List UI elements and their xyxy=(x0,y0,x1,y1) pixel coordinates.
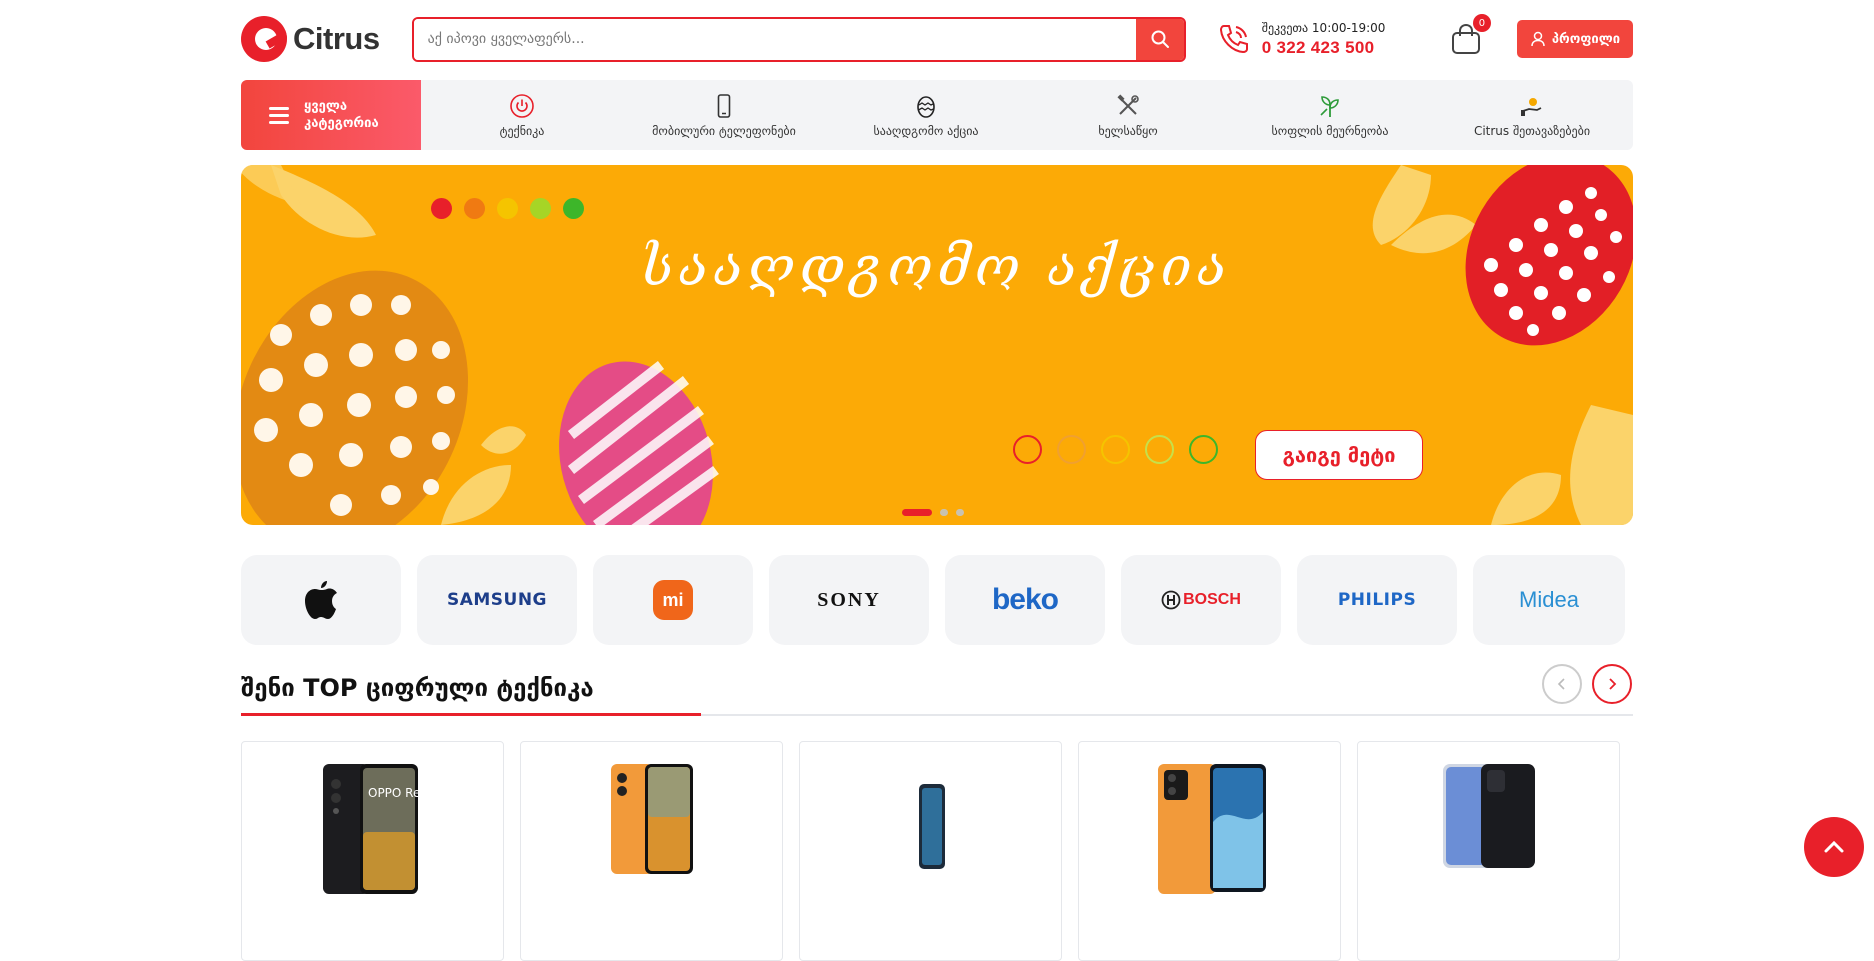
section-title: შენი TOP ციფრული ტექნიკა xyxy=(241,674,594,702)
category-label: Citrus შეთავაზებები xyxy=(1473,123,1591,138)
category-label: ხელსაწყო xyxy=(1098,123,1158,138)
category-item-tools[interactable]: ხელსაწყო xyxy=(1027,80,1229,150)
decorative-ring-dots xyxy=(1013,435,1218,464)
product-image xyxy=(918,784,945,869)
brand-bosch-text: BOSCH xyxy=(1183,591,1241,608)
product-card[interactable] xyxy=(520,741,783,961)
category-item-citrus-offers[interactable]: Citrus შეთავაზებები xyxy=(1431,80,1633,150)
product-image xyxy=(1157,764,1266,894)
hamburger-menu-icon xyxy=(269,103,289,128)
logo[interactable]: Citrus xyxy=(241,14,402,64)
power-icon xyxy=(510,93,534,118)
citrus-logo-icon xyxy=(241,16,287,62)
decorative-color-dots xyxy=(431,198,584,219)
logo-text: Citrus xyxy=(293,21,380,56)
scroll-to-top-button[interactable] xyxy=(1804,817,1864,877)
slider-pagination xyxy=(902,509,964,516)
product-screen-text: OPPO Reno8 T xyxy=(368,786,428,800)
bosch-logo-icon xyxy=(1161,590,1181,610)
brand-samsung[interactable]: SAMSUNG xyxy=(417,555,577,645)
search-bar xyxy=(411,16,1186,62)
category-label: მობილური ტელეფონები xyxy=(652,123,796,138)
banner-title: სააღდგომო აქცია xyxy=(640,235,1232,298)
category-label: სოფლის მეურნეობა xyxy=(1271,123,1389,138)
category-label: ტექნიკა xyxy=(499,123,545,138)
product-card[interactable]: OPPO Reno8 T xyxy=(241,741,504,961)
category-item-mobile-phones[interactable]: მობილური ტელეფონები xyxy=(623,80,825,150)
phone-number: 0 322 423 500 xyxy=(1261,37,1375,57)
slide-dot[interactable] xyxy=(940,509,948,516)
brand-sony[interactable]: SONY xyxy=(769,555,929,645)
phone-icon xyxy=(1219,25,1248,54)
brand-beko[interactable]: beko xyxy=(945,555,1105,645)
slide-dot-active[interactable] xyxy=(902,509,932,516)
learn-more-button[interactable]: გაიგე მეტი xyxy=(1255,430,1423,480)
apple-logo-icon xyxy=(305,581,337,619)
chevron-right-icon xyxy=(1609,678,1617,690)
header: Citrus შეკვეთა 10:00-19:00 0 322 423 500… xyxy=(241,12,1633,66)
category-label: სააღდგომო აქცია xyxy=(873,123,979,138)
chevron-up-icon xyxy=(1824,840,1844,853)
promo-banner[interactable]: სააღდგომო აქცია გაიგე მეტი xyxy=(241,165,1633,525)
search-input[interactable] xyxy=(413,18,1136,60)
banner-decoration-image xyxy=(241,165,1633,525)
product-image xyxy=(1442,764,1535,868)
xiaomi-logo-icon: mi xyxy=(653,580,693,620)
brand-philips[interactable]: PHILIPS xyxy=(1297,555,1457,645)
brand-bosch[interactable]: BOSCH xyxy=(1121,555,1281,645)
all-categories-label: ყველა კატეგორია xyxy=(304,99,379,131)
smartphone-icon xyxy=(717,93,731,118)
tools-icon xyxy=(1117,93,1139,115)
chevron-left-icon xyxy=(1557,678,1565,690)
search-icon xyxy=(1151,30,1169,48)
category-item-appliances[interactable]: ტექნიკა xyxy=(421,80,623,150)
profile-label: პროფილი xyxy=(1551,31,1621,47)
cart-button[interactable]: 0 xyxy=(1449,14,1491,56)
all-categories-button[interactable]: ყველა კატეგორია xyxy=(241,80,421,150)
product-card[interactable] xyxy=(1078,741,1341,961)
brand-apple[interactable] xyxy=(241,555,401,645)
product-card[interactable] xyxy=(799,741,1062,961)
brand-xiaomi[interactable]: mi xyxy=(593,555,753,645)
brand-midea[interactable]: Midea xyxy=(1473,555,1625,645)
carousel-prev-button[interactable] xyxy=(1542,664,1582,704)
user-icon xyxy=(1531,31,1545,47)
offer-hand-icon xyxy=(1521,97,1542,116)
product-carousel: OPPO Reno8 T xyxy=(241,741,1633,961)
carousel-next-button[interactable] xyxy=(1592,664,1632,704)
brand-beko-text: beko xyxy=(991,583,1059,616)
easter-egg-icon xyxy=(917,95,935,118)
brand-samsung-text: SAMSUNG xyxy=(446,590,548,610)
brand-midea-text: Midea xyxy=(1519,587,1579,612)
cart-count-badge: 0 xyxy=(1472,14,1491,32)
category-item-easter-sale[interactable]: სააღდგომო აქცია xyxy=(825,80,1027,150)
category-item-farming[interactable]: სოფლის მეურნეობა xyxy=(1229,80,1431,150)
section-divider-accent xyxy=(241,713,701,716)
product-image xyxy=(610,764,693,874)
phone-contact[interactable]: შეკვეთა 10:00-19:00 0 322 423 500 xyxy=(1216,21,1419,58)
brand-philips-text: PHILIPS xyxy=(1337,590,1417,610)
farming-icon xyxy=(1320,95,1339,117)
brand-carousel: SAMSUNG mi SONY beko BOSCH PHILIPS Midea xyxy=(241,555,1633,645)
brand-sony-text: SONY xyxy=(817,588,881,611)
product-image: OPPO Reno8 T xyxy=(322,764,428,894)
brand-xiaomi-text: mi xyxy=(662,589,684,610)
search-button[interactable] xyxy=(1135,18,1184,60)
phone-hours: შეკვეთა 10:00-19:00 xyxy=(1261,20,1386,35)
slide-dot[interactable] xyxy=(956,509,964,516)
profile-button[interactable]: პროფილი xyxy=(1516,20,1633,58)
category-bar: ყველა კატეგორია ტექნიკა მობილური ტელეფონ… xyxy=(241,80,1633,150)
product-card[interactable] xyxy=(1357,741,1620,961)
